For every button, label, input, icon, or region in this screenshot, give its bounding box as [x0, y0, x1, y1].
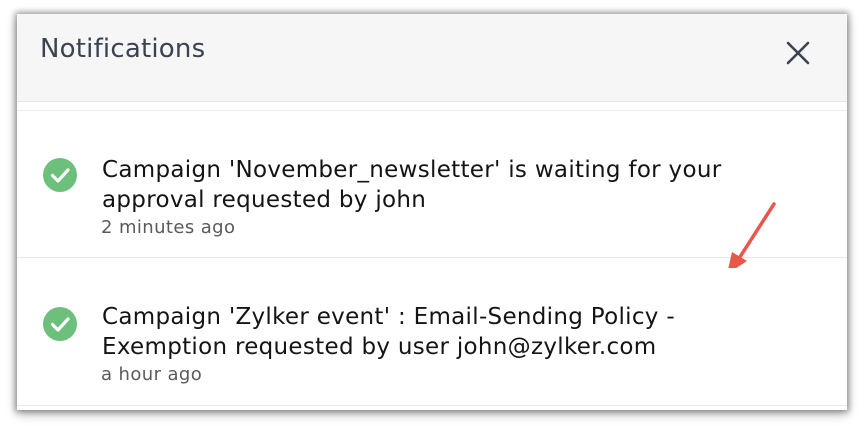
notification-message: Campaign 'Zylker event' : Email-Sending … — [102, 304, 675, 360]
check-circle-icon — [43, 307, 77, 341]
notification-item[interactable]: Campaign 'Zylker event' : Email-Sending … — [17, 258, 847, 406]
check-circle-icon — [43, 158, 77, 192]
notification-message: Campaign 'November_newsletter' is waitin… — [102, 157, 722, 213]
close-icon — [786, 41, 810, 65]
notifications-header: Notifications — [17, 14, 847, 102]
close-button[interactable] — [783, 38, 813, 68]
panel-title: Notifications — [40, 34, 206, 64]
arrow-icon — [728, 202, 776, 268]
notification-time: 2 minutes ago — [101, 217, 236, 238]
list-top-divider — [17, 102, 847, 111]
notification-time: a hour ago — [101, 364, 203, 385]
